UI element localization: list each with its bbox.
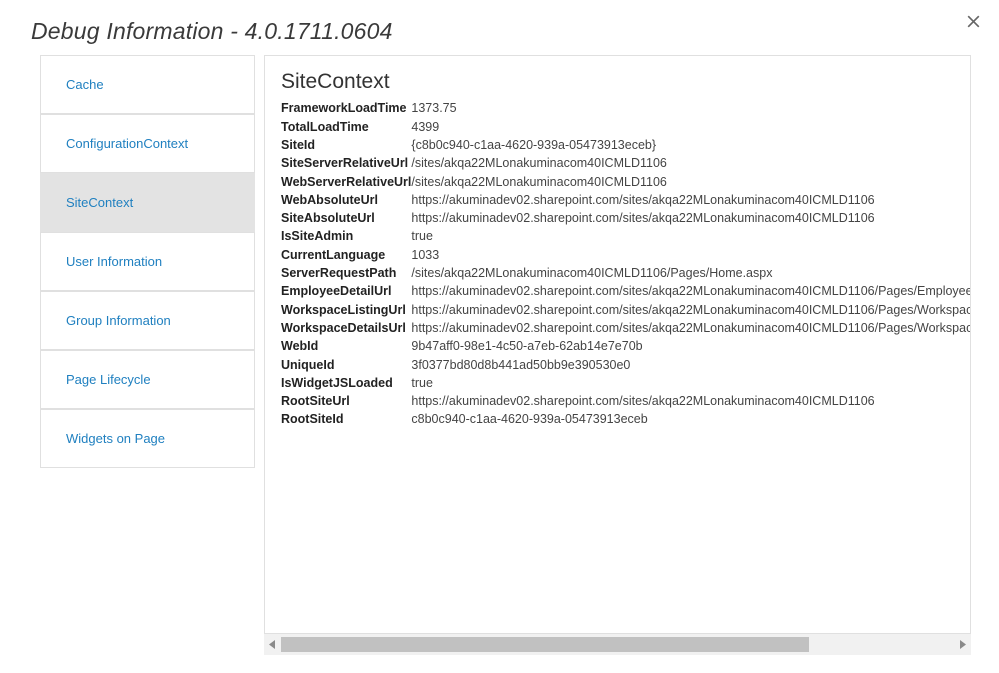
sidebar-item-configurationcontext[interactable]: ConfigurationContext: [40, 114, 255, 173]
table-row: FrameworkLoadTime 1373.75: [281, 99, 970, 117]
property-label: RootSiteUrl: [281, 394, 350, 409]
scroll-thumb[interactable]: [281, 636, 810, 652]
sidebar-item-label: ConfigurationContext: [66, 135, 189, 151]
dialog-body: Cache ConfigurationContext SiteContext User…: [0, 55, 999, 673]
table-row: SiteServerRelativeUrl/sites/akqa22MLonak…: [281, 154, 970, 172]
table-row: SiteAbsoluteUrl https://akuminadev02.shar…: [281, 209, 970, 227]
property-value: /sites/akqa22MLonakuminacom40ICMLD1106: [411, 174, 667, 189]
property-label: IsWidgetJSLoaded: [281, 375, 393, 390]
sidebar-item-sitecontext[interactable]: SiteContext: [40, 173, 255, 232]
property-value: 1373.75: [411, 101, 457, 116]
table-row: WorkspaceDetailsUrl https://akuminadev02.…: [281, 319, 971, 337]
table-row: CurrentLanguage 1033: [281, 246, 970, 264]
property-value: 4399: [411, 119, 440, 134]
property-value: {c8b0c940-c1aa-4620-939a-05473913eceb}: [411, 137, 657, 152]
property-label: SiteServerRelativeUrl: [281, 156, 409, 171]
horizontal-scrollbar[interactable]: [264, 633, 971, 655]
property-value: https://akuminadev02.sharepoint.com/site…: [411, 394, 875, 409]
table-row: WebServerRelativeUrl/sites/akqa22MLonaku…: [281, 173, 970, 191]
sidebar-item-label: SiteContext: [66, 194, 134, 210]
close-icon: [967, 15, 980, 28]
sidebar: Cache ConfigurationContext SiteContext User…: [40, 55, 255, 468]
property-value: /sites/akqa22MLonakuminacom40ICMLD1106: [411, 156, 667, 171]
sidebar-item-user-information[interactable]: User Information: [40, 232, 255, 291]
property-label: WebServerRelativeUrl: [281, 174, 412, 189]
table-row: UniqueId 3f0377bd80d8b441ad50bb9e390530e0: [281, 356, 970, 374]
table-row: EmployeeDetailUrl https://akuminadev02.sh…: [281, 282, 970, 300]
property-label: WorkspaceDetailsUrl: [281, 320, 406, 335]
property-value: true: [411, 229, 433, 244]
properties-table: FrameworkLoadTime 1373.75 TotalLoadTime 439…: [281, 99, 971, 428]
property-label: WorkspaceListingUrl: [281, 302, 406, 317]
property-label: RootSiteId: [281, 412, 344, 427]
property-label: FrameworkLoadTime: [281, 101, 407, 116]
property-value: /sites/akqa22MLonakuminacom40ICMLD1106/P…: [411, 266, 773, 281]
sidebar-item-group-information[interactable]: Group Information: [40, 291, 255, 350]
sidebar-item-label: Group Information: [66, 312, 171, 328]
property-value: 1033: [411, 247, 440, 262]
property-label: SiteId: [281, 137, 316, 152]
content-panel: SiteContext FrameworkLoadTime 1373.75 Tota…: [264, 55, 971, 655]
property-value: https://akuminadev02.sharepoint.com/site…: [411, 320, 971, 335]
scroll-right-button[interactable]: [954, 633, 971, 655]
content-inner: SiteContext FrameworkLoadTime 1373.75 Tota…: [265, 56, 971, 429]
table-row: TotalLoadTime 4399: [281, 118, 970, 136]
property-value: https://akuminadev02.sharepoint.com/site…: [411, 192, 875, 207]
property-value: 3f0377bd80d8b441ad50bb9e390530e0: [411, 357, 631, 372]
table-row: WorkspaceListingUrl https://akuminadev02.…: [281, 301, 971, 319]
sidebar-item-widgets-on-page[interactable]: Widgets on Page: [40, 409, 255, 468]
table-row: WebId 9b47aff0-98e1-4c50-a7eb-62ab14e7e70…: [281, 337, 970, 355]
property-label: UniqueId: [281, 357, 335, 372]
page-title: Debug Information - 4.0.1711.0604: [31, 18, 393, 44]
table-row: IsWidgetJSLoaded true: [281, 374, 970, 392]
property-label: IsSiteAdmin: [281, 229, 354, 244]
property-label: SiteAbsoluteUrl: [281, 211, 375, 226]
sidebar-item-page-lifecycle[interactable]: Page Lifecycle: [40, 350, 255, 409]
table-row: RootSiteUrl https://akuminadev02.sharepoi…: [281, 392, 970, 410]
sidebar-item-label: User Information: [66, 253, 163, 269]
sidebar-item-label: Page Lifecycle: [66, 371, 151, 387]
property-value: 9b47aff0-98e1-4c50-a7eb-62ab14e7e70b: [411, 339, 643, 354]
table-row: WebAbsoluteUrl https://akuminadev02.share…: [281, 191, 970, 209]
close-button[interactable]: [961, 9, 985, 33]
sidebar-item-label: Cache: [66, 76, 104, 92]
scroll-left-button[interactable]: [264, 633, 281, 655]
property-value: https://akuminadev02.sharepoint.com/site…: [411, 211, 875, 226]
table-row: SiteId {c8b0c940-c1aa-4620-939a-05473913e…: [281, 136, 970, 154]
property-label: WebAbsoluteUrl: [281, 192, 378, 207]
scroll-track[interactable]: [281, 633, 954, 655]
property-label: EmployeeDetailUrl: [281, 284, 392, 299]
property-label: TotalLoadTime: [281, 119, 369, 134]
chevron-right-icon: [959, 639, 966, 649]
property-value: true: [411, 375, 433, 390]
table-row: RootSiteId c8b0c940-c1aa-4620-939a-054739…: [281, 410, 970, 428]
section-title: SiteContext: [281, 70, 390, 93]
chevron-left-icon: [269, 639, 276, 649]
table-row: ServerRequestPath/sites/akqa22MLonakumin…: [281, 264, 970, 282]
sidebar-item-cache[interactable]: Cache: [40, 55, 255, 114]
property-label: CurrentLanguage: [281, 247, 386, 262]
table-row: IsSiteAdmin true: [281, 227, 970, 245]
property-value: https://akuminadev02.sharepoint.com/site…: [411, 302, 971, 317]
property-value: https://akuminadev02.sharepoint.com/site…: [411, 284, 970, 299]
property-value: c8b0c940-c1aa-4620-939a-05473913eceb: [411, 412, 648, 427]
sidebar-item-label: Widgets on Page: [66, 430, 166, 446]
property-label: ServerRequestPath: [281, 266, 397, 281]
property-label: WebId: [281, 339, 319, 354]
